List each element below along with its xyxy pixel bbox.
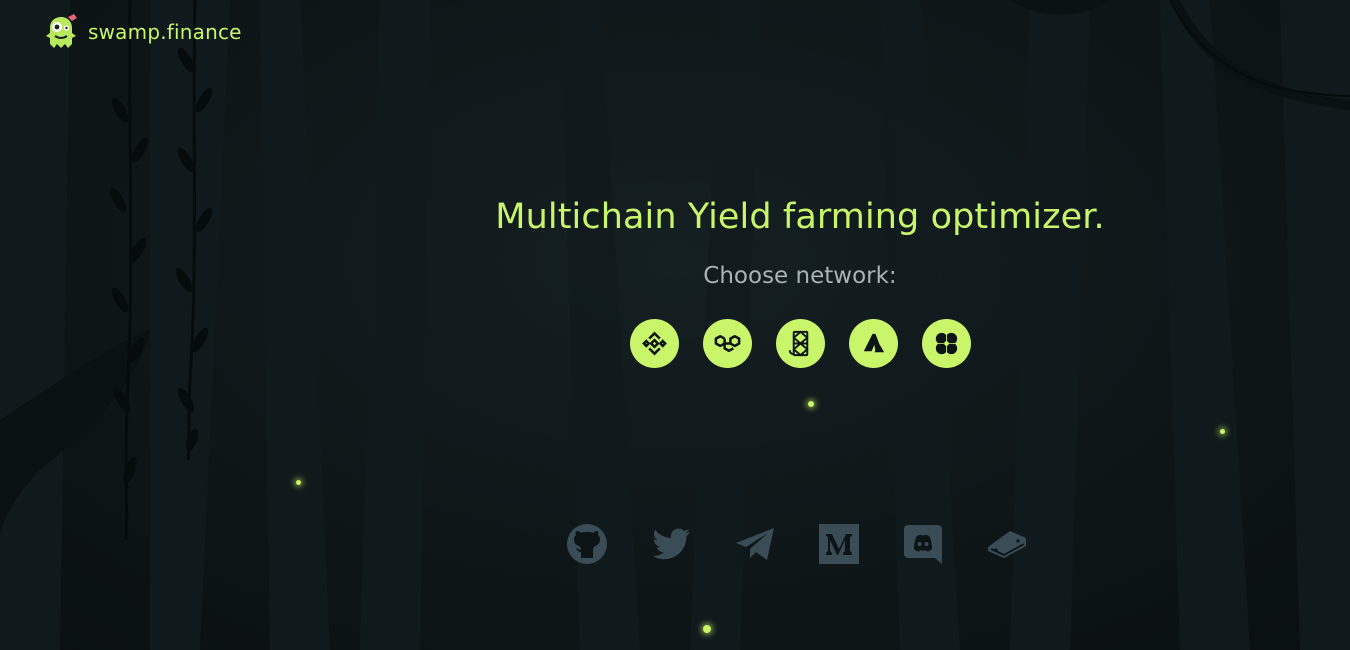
gitbook-icon [988,531,1026,558]
network-selector [630,319,971,368]
github-link[interactable] [566,523,608,565]
firefly [296,480,301,485]
network-button-bsc[interactable] [630,319,679,368]
binance-icon [642,331,667,356]
medium-link[interactable] [818,523,860,565]
avalanche-icon [863,333,885,353]
twitter-icon [652,528,690,560]
medium-icon [819,524,859,564]
home-link[interactable]: swamp.finance [44,14,242,50]
network-button-polygon[interactable] [703,319,752,368]
fantom-icon [788,330,809,357]
hero-section: Multichain Yield farming optimizer. Choo… [300,197,1300,289]
page-title: Multichain Yield farming optimizer. [495,197,1105,237]
firefly [808,401,814,407]
gitbook-link[interactable] [986,523,1028,565]
network-button-avalanche[interactable] [849,319,898,368]
telegram-icon [736,528,774,560]
network-button-okex[interactable] [922,319,971,368]
swamp-monster-icon [46,14,77,48]
polygon-icon [714,334,741,353]
network-button-fantom[interactable] [776,319,825,368]
telegram-link[interactable] [734,523,776,565]
discord-link[interactable] [902,523,944,565]
github-icon [567,524,607,564]
brand-name: swamp.finance [88,20,242,44]
twitter-link[interactable] [650,523,692,565]
page: swamp.finance Multichain Yield farming o… [0,0,1350,650]
discord-icon [904,525,942,564]
firefly [1220,429,1225,434]
okex-icon [935,332,958,355]
social-links [566,523,1028,565]
choose-network-label: Choose network: [703,263,897,289]
firefly [703,625,711,633]
